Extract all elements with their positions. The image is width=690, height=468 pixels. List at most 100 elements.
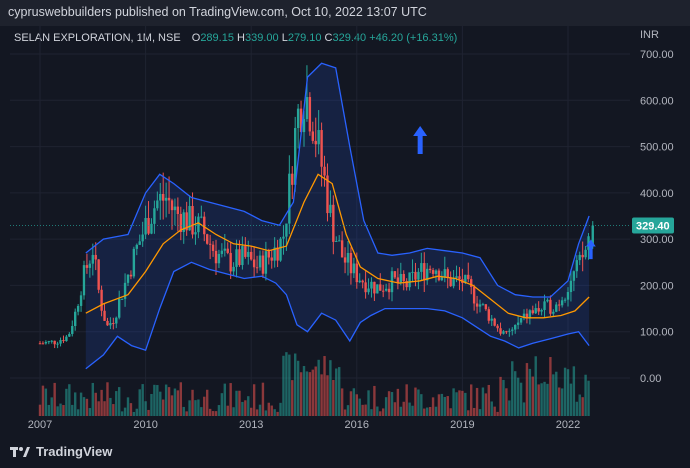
- candle-body: [428, 268, 432, 271]
- volume-bar: [434, 406, 438, 416]
- volume-bar: [232, 407, 235, 416]
- volume-bar: [164, 384, 168, 416]
- candle-body: [109, 322, 112, 326]
- candle-body: [220, 250, 224, 254]
- candle-body: [361, 280, 364, 283]
- candle-body: [91, 254, 94, 264]
- candle-body: [132, 248, 136, 277]
- candle-body: [153, 208, 156, 224]
- publisher-bar: cypruswebbuilders published on TradingVi…: [0, 0, 690, 26]
- time-tick-label: 2013: [239, 419, 263, 431]
- volume-bar: [255, 409, 259, 416]
- volume-bar: [402, 401, 405, 416]
- candle-body: [173, 206, 177, 211]
- publisher-text: cypruswebbuilders published on TradingVi…: [8, 5, 427, 19]
- candle-body: [458, 276, 461, 280]
- candle-body: [162, 193, 165, 201]
- volume-bar: [123, 407, 127, 416]
- volume-bar: [153, 384, 156, 416]
- volume-bar: [214, 411, 218, 416]
- volume-bar: [384, 397, 388, 416]
- candle-body: [41, 343, 45, 345]
- candle-body: [211, 244, 215, 251]
- candle-body: [206, 234, 209, 244]
- price-axis[interactable]: INR 700.00 600.00 500.00 400.00 300.00 200.00…: [640, 29, 674, 385]
- candle-body: [68, 333, 71, 337]
- volume-bar: [88, 408, 92, 416]
- volume-bar: [235, 390, 238, 416]
- volume-bar: [572, 366, 576, 416]
- time-tick-label: 2019: [450, 419, 474, 431]
- candle-body: [44, 342, 48, 344]
- volume-bar: [141, 384, 144, 416]
- volume-bar: [68, 384, 71, 416]
- candle-body: [258, 255, 262, 268]
- volume-bar: [229, 383, 232, 416]
- volume-bar: [417, 389, 420, 416]
- volume-bar: [578, 394, 581, 416]
- volume-bar: [552, 374, 555, 416]
- candle-body: [200, 216, 203, 218]
- tradingview-logo[interactable]: TradingView: [10, 444, 112, 459]
- candle-body: [516, 322, 520, 325]
- candle-body: [82, 265, 86, 296]
- volume-bar: [94, 392, 97, 416]
- volume-bar: [335, 368, 338, 416]
- volume-bar: [522, 402, 526, 416]
- candle-body: [355, 263, 358, 283]
- volume-bar: [314, 366, 317, 416]
- candle-body: [446, 269, 449, 278]
- price-chart[interactable]: INR 700.00 600.00 500.00 400.00 300.00 200.00…: [0, 26, 690, 442]
- candle-body: [408, 272, 411, 288]
- volume-bar: [135, 408, 138, 416]
- candle-body: [537, 308, 540, 312]
- candle-body: [367, 288, 370, 293]
- candle-body: [560, 300, 564, 306]
- time-tick-label: 2010: [133, 419, 157, 431]
- volume-bar: [91, 382, 94, 416]
- candle-body: [232, 266, 235, 272]
- volume-bar: [76, 409, 80, 416]
- volume-bar: [364, 404, 367, 416]
- volume-bar: [74, 392, 77, 416]
- volume-bar: [138, 389, 141, 416]
- volume-bar: [308, 372, 312, 416]
- volume-bar: [367, 390, 370, 416]
- candle-body: [555, 304, 558, 312]
- candle-body: [85, 265, 89, 268]
- volume-bar: [569, 383, 573, 416]
- volume-bar: [191, 389, 194, 416]
- volume-bar: [159, 391, 162, 416]
- volume-bar: [376, 406, 379, 416]
- last-price-label: 329.40: [636, 221, 670, 233]
- volume-bar: [323, 356, 326, 416]
- volume-bar: [62, 405, 65, 416]
- volume-bar: [250, 407, 253, 416]
- candle-body: [156, 200, 159, 209]
- time-axis[interactable]: 2007 2010 2013 2016 2019 2022: [28, 419, 580, 431]
- volume-bar: [173, 388, 177, 416]
- candle-body: [338, 240, 341, 242]
- candle-body: [223, 248, 226, 251]
- candle-body: [399, 273, 402, 283]
- volume-bar: [349, 391, 353, 416]
- volume-bar: [176, 390, 180, 416]
- volume-bar: [200, 407, 203, 416]
- candle-body: [71, 326, 74, 334]
- volume-bar: [220, 393, 224, 416]
- candle-body: [291, 173, 294, 185]
- candle-body: [217, 253, 221, 264]
- candle-body: [314, 140, 317, 145]
- volume-bar: [118, 387, 121, 416]
- volume-bar: [428, 407, 432, 416]
- volume-bar: [437, 394, 441, 416]
- volume-bar: [100, 389, 103, 416]
- volume-bar: [211, 411, 215, 416]
- volume-bar: [426, 407, 429, 416]
- volume-bar: [587, 380, 590, 416]
- candle-body: [340, 240, 344, 258]
- candle-body: [250, 251, 253, 260]
- candle-body: [417, 271, 420, 280]
- candle-body: [296, 108, 300, 129]
- candle-body: [282, 236, 285, 239]
